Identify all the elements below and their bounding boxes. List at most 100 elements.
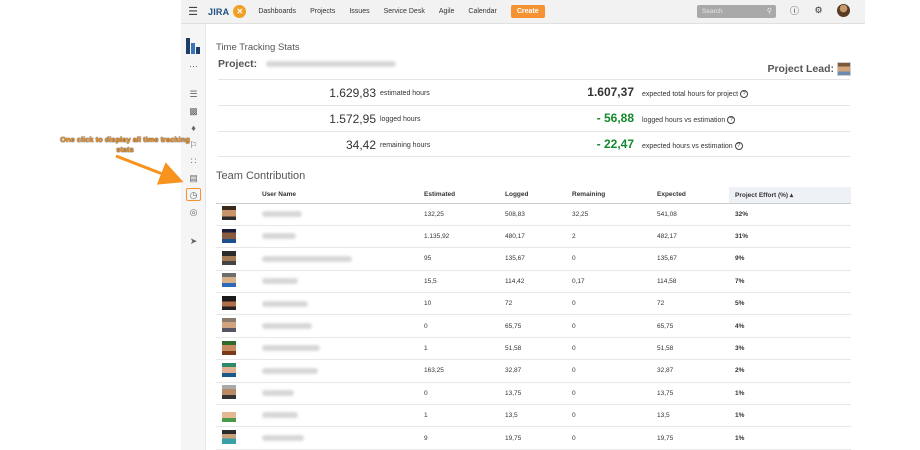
nav-calendar[interactable]: Calendar: [468, 8, 496, 15]
project-label-text: Project:: [218, 58, 258, 70]
column-header-project-effort[interactable]: Project Effort (%) ▴: [729, 187, 851, 204]
user-name-redacted: [262, 322, 312, 329]
nav-issues[interactable]: Issues: [349, 8, 369, 15]
estimated-cell: 95: [418, 247, 499, 271]
column-header-avatar: [216, 187, 256, 204]
remaining-cell: 0: [566, 314, 651, 338]
estimated-cell: 0: [418, 314, 499, 338]
user-avatar[interactable]: [222, 407, 236, 422]
project-avatar[interactable]: [186, 38, 200, 54]
project-name-redacted: [266, 61, 397, 68]
estimated-cell: 9: [418, 426, 499, 450]
create-button[interactable]: Create: [510, 5, 545, 18]
components-icon[interactable]: ♦: [186, 122, 201, 135]
column-header-logged[interactable]: Logged: [499, 187, 566, 204]
user-avatar[interactable]: [222, 206, 236, 221]
project-effort-cell: 3%: [729, 337, 851, 361]
expected-cell: 65,75: [651, 314, 729, 338]
user-avatar: [216, 359, 256, 383]
estimated-cell: 15,5: [418, 270, 499, 294]
project-lead: Project Lead:: [767, 62, 851, 76]
logged-cell: 480,17: [499, 225, 566, 249]
user-avatar: [216, 292, 256, 316]
logged-cell: 19,75: [499, 426, 566, 450]
user-avatar: [216, 270, 256, 294]
time-tracking-icon[interactable]: ◷: [186, 188, 201, 201]
estimated-cell: 163,25: [418, 359, 499, 383]
nav-dashboards[interactable]: Dashboards: [258, 8, 296, 15]
column-header-user-name[interactable]: User Name: [256, 187, 418, 204]
user-name-cell: [256, 292, 418, 316]
search-input[interactable]: Search ⚲: [697, 5, 776, 18]
remaining-hours-value: 34,42: [345, 138, 376, 152]
user-avatar: [216, 404, 256, 428]
user-avatar: [216, 314, 256, 338]
logged-cell: 51,58: [499, 337, 566, 361]
user-avatar[interactable]: [222, 295, 236, 310]
page-title: Time Tracking Stats: [216, 42, 300, 53]
nav-service-desk[interactable]: Service Desk: [384, 8, 425, 15]
user-avatar[interactable]: [222, 362, 236, 377]
expected-total-label: expected total hours for project?: [642, 90, 749, 98]
expected-cell: 13,75: [651, 382, 729, 406]
issues-icon[interactable]: ▤: [186, 172, 201, 185]
menu-icon[interactable]: ☰: [181, 5, 205, 18]
logged-hours-label: logged hours: [380, 116, 421, 123]
feedback-icon[interactable]: ➤: [186, 235, 201, 248]
column-header-expected[interactable]: Expected: [651, 187, 729, 204]
project-effort-cell: 5%: [729, 292, 851, 316]
nav-projects[interactable]: Projects: [310, 8, 335, 15]
project-effort-cell: 1%: [729, 426, 851, 450]
jira-logo[interactable]: JIRA ✕: [208, 5, 247, 18]
remaining-cell: 0: [566, 426, 651, 450]
user-name-cell: [256, 426, 418, 450]
user-avatar[interactable]: [222, 318, 236, 333]
backlog-icon[interactable]: ☰: [186, 88, 201, 101]
remaining-cell: 0: [566, 292, 651, 316]
table-header-row: User Name Estimated Logged Remaining Exp…: [216, 187, 851, 204]
help-icon[interactable]: ?: [740, 90, 749, 98]
user-avatar[interactable]: [222, 273, 236, 288]
user-name-cell: [256, 359, 418, 383]
logged-cell: 13,75: [499, 382, 566, 406]
estimated-cell: 10: [418, 292, 499, 316]
column-header-estimated[interactable]: Estimated: [418, 187, 499, 204]
table-row: 9 19,75 0 19,75 1%: [216, 426, 851, 450]
user-avatar: [216, 382, 256, 406]
expected-total-value: 1.607,37: [587, 85, 634, 99]
user-avatar[interactable]: [837, 4, 850, 17]
logged-cell: 135,67: [499, 247, 566, 271]
logged-cell: 114,42: [499, 270, 566, 294]
search-placeholder: Search: [702, 8, 723, 15]
user-avatar[interactable]: [222, 430, 236, 445]
team-contribution-table: User Name Estimated Logged Remaining Exp…: [216, 187, 851, 450]
help-icon[interactable]: ?: [727, 116, 736, 124]
apps-icon[interactable]: ∷: [186, 155, 201, 168]
estimated-hours-value: 1.629,83: [329, 86, 376, 100]
logged-cell: 65,75: [499, 314, 566, 338]
settings-icon[interactable]: ◎: [186, 206, 201, 219]
user-avatar[interactable]: [222, 228, 236, 243]
main-content: Time Tracking Stats Project: Project Lea…: [206, 24, 865, 450]
reports-icon[interactable]: ▩: [186, 105, 201, 118]
logged-cell: 508,83: [499, 203, 566, 226]
settings-icon[interactable]: ⚙: [811, 5, 826, 16]
table-row: 1 51,58 0 51,58 3%: [216, 337, 851, 361]
column-header-remaining[interactable]: Remaining: [566, 187, 651, 204]
help-icon[interactable]: ⓘ: [787, 4, 802, 17]
expected-vs-estimation-label: expected hours vs estimation?: [642, 142, 743, 150]
table-row: 10 72 0 72 5%: [216, 292, 851, 316]
estimated-cell: 0: [418, 382, 499, 406]
more-icon[interactable]: ⋯: [186, 60, 201, 73]
user-name-cell: [256, 270, 418, 294]
remaining-cell: 0: [566, 337, 651, 361]
user-avatar[interactable]: [222, 385, 236, 400]
project-lead-avatar[interactable]: [837, 62, 851, 76]
user-name-cell: [256, 203, 418, 226]
table-row: 95 135,67 0 135,67 9%: [216, 247, 851, 271]
help-icon[interactable]: ?: [734, 142, 743, 150]
user-avatar[interactable]: [222, 340, 236, 355]
nav-agile[interactable]: Agile: [439, 8, 455, 15]
user-avatar: [216, 225, 256, 249]
user-avatar[interactable]: [222, 250, 236, 265]
